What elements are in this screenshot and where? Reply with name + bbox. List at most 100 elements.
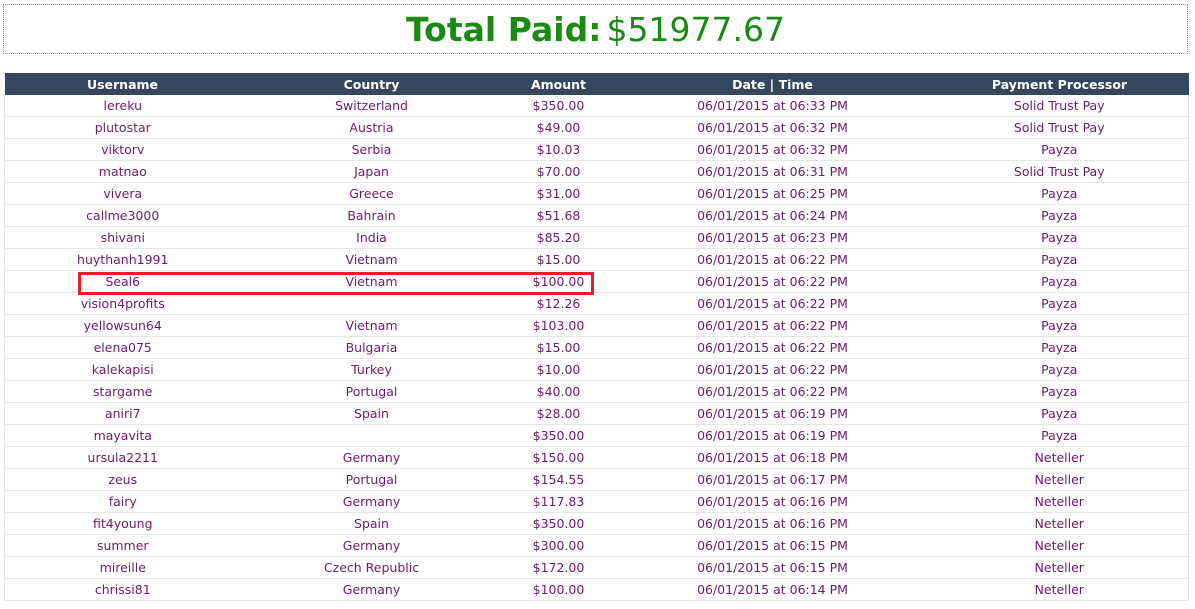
cell-date-time: 06/01/2015 at 06:23 PM	[614, 226, 931, 249]
cell-username: zeus	[4, 468, 241, 491]
cell-payment-processor: Solid Trust Pay	[930, 116, 1189, 139]
cell-country: Greece	[240, 182, 503, 205]
payment-proof-page: Total Paid: $51977.67 Username Country A…	[0, 0, 1195, 609]
cell-username: kalekapisi	[4, 358, 241, 381]
cell-username: mayavita	[4, 424, 241, 447]
cell-amount: $350.00	[502, 95, 615, 117]
cell-country: Germany	[240, 490, 503, 513]
cell-payment-processor: Payza	[930, 402, 1189, 425]
table-row: fit4young Spain $350.00 06/01/2015 at 06:16…	[4, 512, 1189, 535]
cell-date-time: 06/01/2015 at 06:32 PM	[614, 116, 931, 139]
cell-country: Bahrain	[240, 204, 503, 227]
cell-date-time: 06/01/2015 at 06:33 PM	[614, 95, 931, 117]
cell-amount: $31.00	[502, 182, 615, 205]
cell-payment-processor: Neteller	[930, 446, 1189, 469]
cell-payment-processor: Payza	[930, 292, 1189, 315]
cell-date-time: 06/01/2015 at 06:18 PM	[614, 446, 931, 469]
table-row: fairy Germany $117.83 06/01/2015 at 06:16 P…	[4, 490, 1189, 513]
cell-payment-processor: Payza	[930, 204, 1189, 227]
cell-payment-processor: Payza	[930, 226, 1189, 249]
column-header-username: Username	[4, 73, 241, 95]
cell-date-time: 06/01/2015 at 06:17 PM	[614, 468, 931, 491]
cell-country: Serbia	[240, 138, 503, 161]
cell-country: Germany	[240, 534, 503, 557]
column-header-date-time: Date | Time	[614, 73, 931, 95]
table-row: matnao Japan $70.00 06/01/2015 at 06:31 PM S…	[4, 160, 1189, 183]
table-row: chrissi81 Germany $100.00 06/01/2015 at 06:…	[4, 578, 1189, 601]
cell-payment-processor: Payza	[930, 380, 1189, 403]
table-row: elena075 Bulgaria $15.00 06/01/2015 at 06:2…	[4, 336, 1189, 359]
table-row: yellowsun64 Vietnam $103.00 06/01/2015 at 0…	[4, 314, 1189, 337]
table-row: stargame Portugal $40.00 06/01/2015 at 06:2…	[4, 380, 1189, 403]
cell-username: viktorv	[4, 138, 241, 161]
cell-country: Austria	[240, 116, 503, 139]
cell-amount: $154.55	[502, 468, 615, 491]
cell-username: stargame	[4, 380, 241, 403]
cell-date-time: 06/01/2015 at 06:22 PM	[614, 380, 931, 403]
cell-username: vivera	[4, 182, 241, 205]
cell-country: Portugal	[240, 380, 503, 403]
cell-date-time: 06/01/2015 at 06:22 PM	[614, 314, 931, 337]
cell-amount: $10.03	[502, 138, 615, 161]
cell-amount: $40.00	[502, 380, 615, 403]
cell-date-time: 06/01/2015 at 06:22 PM	[614, 270, 931, 293]
cell-country	[240, 424, 503, 447]
cell-username: fit4young	[4, 512, 241, 535]
cell-username: aniri7	[4, 402, 241, 425]
cell-amount: $350.00	[502, 512, 615, 535]
payments-table-body: lereku Switzerland $350.00 06/01/2015 at 06…	[4, 95, 1189, 601]
cell-country: India	[240, 226, 503, 249]
cell-amount: $85.20	[502, 226, 615, 249]
cell-payment-processor: Neteller	[930, 468, 1189, 491]
table-row: ursula2211 Germany $150.00 06/01/2015 at 06…	[4, 446, 1189, 469]
column-header-country: Country	[240, 73, 503, 95]
table-row: callme3000 Bahrain $51.68 06/01/2015 at 06:…	[4, 204, 1189, 227]
cell-country	[240, 292, 503, 315]
cell-payment-processor: Payza	[930, 336, 1189, 359]
table-row: Seal6 Vietnam $100.00 06/01/2015 at 06:22 P…	[4, 270, 1189, 293]
cell-username: summer	[4, 534, 241, 557]
cell-amount: $150.00	[502, 446, 615, 469]
cell-username: vision4profits	[4, 292, 241, 315]
cell-payment-processor: Neteller	[930, 578, 1189, 601]
table-row: summer Germany $300.00 06/01/2015 at 06:15 …	[4, 534, 1189, 557]
table-row: mayavita $350.00 06/01/2015 at 06:19 PM Pay…	[4, 424, 1189, 447]
cell-date-time: 06/01/2015 at 06:16 PM	[614, 512, 931, 535]
cell-amount: $350.00	[502, 424, 615, 447]
cell-username: chrissi81	[4, 578, 241, 601]
cell-date-time: 06/01/2015 at 06:19 PM	[614, 402, 931, 425]
table-row: vivera Greece $31.00 06/01/2015 at 06:25 PM…	[4, 182, 1189, 205]
cell-username: mireille	[4, 556, 241, 579]
cell-country: Bulgaria	[240, 336, 503, 359]
table-row: viktorv Serbia $10.03 06/01/2015 at 06:32 P…	[4, 138, 1189, 161]
cell-payment-processor: Payza	[930, 138, 1189, 161]
cell-payment-processor: Neteller	[930, 512, 1189, 535]
cell-date-time: 06/01/2015 at 06:16 PM	[614, 490, 931, 513]
cell-country: Spain	[240, 512, 503, 535]
table-row: shivani India $85.20 06/01/2015 at 06:23 PM…	[4, 226, 1189, 249]
cell-username: elena075	[4, 336, 241, 359]
cell-username: huythanh1991	[4, 248, 241, 271]
cell-date-time: 06/01/2015 at 06:22 PM	[614, 358, 931, 381]
table-row: zeus Portugal $154.55 06/01/2015 at 06:17 P…	[4, 468, 1189, 491]
cell-username: plutostar	[4, 116, 241, 139]
cell-date-time: 06/01/2015 at 06:22 PM	[614, 292, 931, 315]
cell-username: callme3000	[4, 204, 241, 227]
cell-username: shivani	[4, 226, 241, 249]
cell-amount: $15.00	[502, 336, 615, 359]
cell-username: ursula2211	[4, 446, 241, 469]
cell-amount: $15.00	[502, 248, 615, 271]
cell-amount: $100.00	[502, 270, 615, 293]
cell-payment-processor: Neteller	[930, 490, 1189, 513]
cell-username: matnao	[4, 160, 241, 183]
cell-date-time: 06/01/2015 at 06:32 PM	[614, 138, 931, 161]
table-header-row: Username Country Amount Date | Time Paym…	[4, 73, 1189, 95]
cell-country: Portugal	[240, 468, 503, 491]
column-header-amount: Amount	[502, 73, 615, 95]
cell-username: fairy	[4, 490, 241, 513]
cell-username: lereku	[4, 95, 241, 117]
cell-date-time: 06/01/2015 at 06:15 PM	[614, 556, 931, 579]
cell-date-time: 06/01/2015 at 06:22 PM	[614, 336, 931, 359]
cell-country: Vietnam	[240, 314, 503, 337]
cell-country: Turkey	[240, 358, 503, 381]
